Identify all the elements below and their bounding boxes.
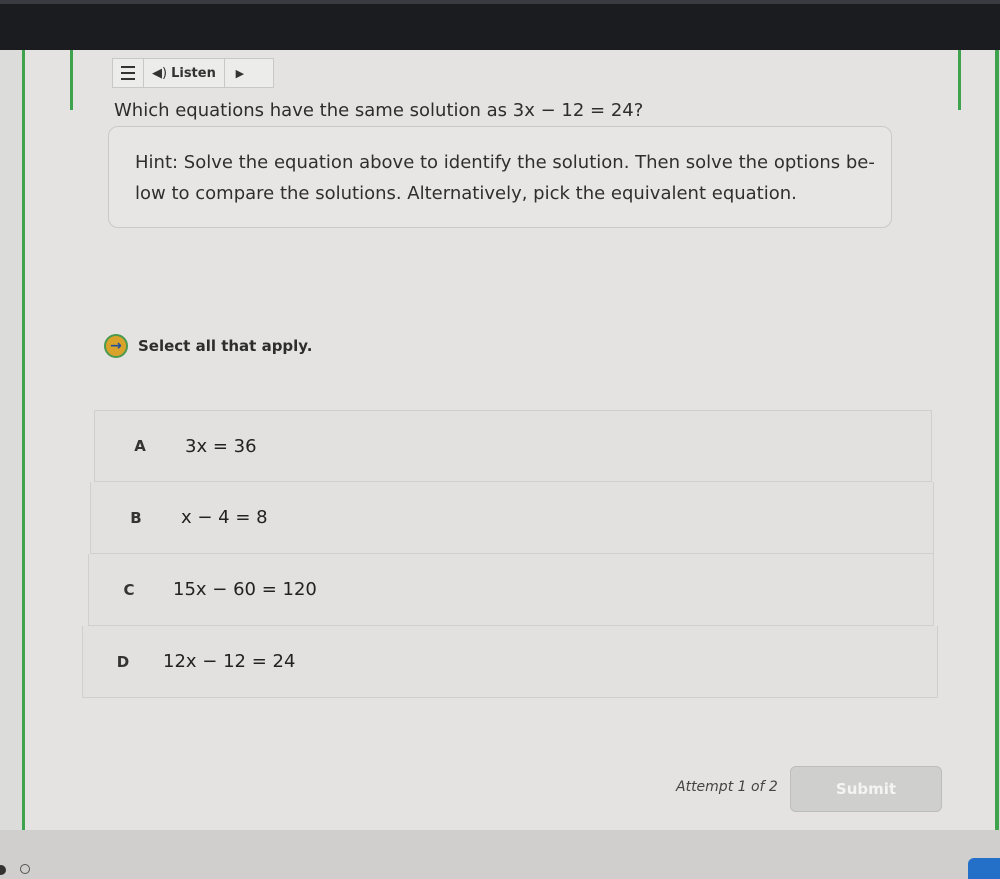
hint-box: Hint: Solve the equation above to identi…	[108, 126, 892, 228]
option-c[interactable]: C 15x − 60 = 120	[88, 554, 934, 626]
option-letter: A	[134, 437, 146, 455]
question-equation: 3x − 12 = 24	[512, 100, 634, 121]
option-letter: D	[116, 652, 130, 671]
corner-button[interactable]	[968, 858, 1000, 879]
option-equation: 12x − 12 = 24	[163, 651, 296, 672]
browser-top-bar	[0, 0, 1000, 50]
hint-line-2: low to compare the solutions. Alternativ…	[135, 183, 797, 204]
speaker-icon: ◀)	[152, 65, 168, 81]
top-strip	[0, 0, 1000, 4]
play-button[interactable]: ▶	[225, 59, 255, 87]
hint-line-1: Hint: Solve the equation above to identi…	[135, 152, 875, 173]
submit-button[interactable]: Submit	[790, 766, 942, 812]
option-equation: 3x = 36	[185, 435, 257, 457]
menu-icon	[121, 66, 135, 80]
option-equation: x − 4 = 8	[181, 507, 268, 528]
attempt-counter: Attempt 1 of 2	[676, 779, 778, 795]
arrow-right-icon: →	[104, 334, 128, 358]
listen-label: Listen	[171, 65, 216, 81]
play-icon: ▶	[235, 66, 245, 80]
option-letter: C	[123, 580, 135, 599]
question-suffix: ?	[633, 100, 644, 121]
radio-empty-icon[interactable]	[20, 864, 30, 874]
instruction-row: → Select all that apply.	[104, 334, 312, 358]
inner-left-border	[70, 50, 73, 110]
audio-toolbar: ◀) Listen ▶	[112, 58, 274, 88]
option-b[interactable]: B x − 4 = 8	[90, 482, 934, 554]
inner-right-border	[958, 50, 961, 110]
option-d[interactable]: D 12x − 12 = 24	[82, 626, 938, 698]
option-a[interactable]: A 3x = 36	[94, 410, 932, 482]
bottom-bar	[0, 830, 1000, 879]
answer-options: A 3x = 36 B x − 4 = 8 C 15x − 60 = 120 D…	[82, 410, 938, 698]
option-equation: 15x − 60 = 120	[173, 579, 317, 600]
option-letter: B	[130, 508, 142, 527]
left-border	[22, 50, 25, 830]
instruction-text: Select all that apply.	[138, 337, 313, 355]
question-prefix: Which equations have the same solution a…	[114, 100, 513, 121]
listen-button[interactable]: ◀) Listen	[144, 59, 225, 87]
menu-button[interactable]	[113, 59, 144, 87]
question-text: Which equations have the same solution a…	[114, 100, 643, 121]
right-border	[995, 50, 999, 840]
